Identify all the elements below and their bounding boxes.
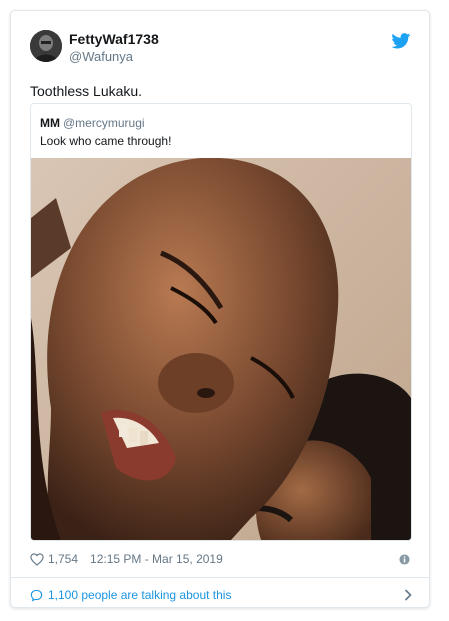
quoted-photo[interactable] — [31, 157, 411, 540]
talking-count-text: 1,100 people are talking about this — [48, 588, 232, 602]
divider — [11, 577, 429, 578]
embedded-tweet-card: FettyWaf1738 @Wafunya Toothless Lukaku. … — [10, 10, 430, 608]
tweet-meta: 1,754 12:15 PM - Mar 15, 2019 — [30, 552, 223, 566]
avatar[interactable] — [30, 30, 62, 62]
tweet-timestamp[interactable]: 12:15 PM - Mar 15, 2019 — [90, 552, 223, 566]
twitter-bird-icon[interactable] — [391, 33, 411, 49]
selfie-photo-image — [31, 157, 411, 540]
info-icon[interactable] — [399, 554, 410, 565]
chevron-right-icon — [404, 589, 412, 601]
author-display-name[interactable]: FettyWaf1738 — [69, 31, 159, 47]
quoted-handle: @mercymurugi — [63, 116, 145, 130]
avatar-image — [30, 30, 62, 62]
heart-icon[interactable] — [30, 552, 44, 566]
quoted-text: Look who came through! — [40, 134, 172, 148]
speech-bubble-icon — [30, 589, 43, 602]
quoted-display-name: MM — [40, 116, 60, 130]
conversation-link[interactable]: 1,100 people are talking about this — [30, 587, 412, 603]
author-handle[interactable]: @Wafunya — [69, 49, 133, 64]
quoted-author: MM @mercymurugi — [40, 116, 145, 130]
like-count[interactable]: 1,754 — [48, 552, 78, 566]
quoted-tweet[interactable]: MM @mercymurugi Look who came through! — [30, 103, 412, 541]
tweet-header: FettyWaf1738 @Wafunya — [11, 11, 429, 71]
tweet-text: Toothless Lukaku. — [30, 83, 143, 99]
